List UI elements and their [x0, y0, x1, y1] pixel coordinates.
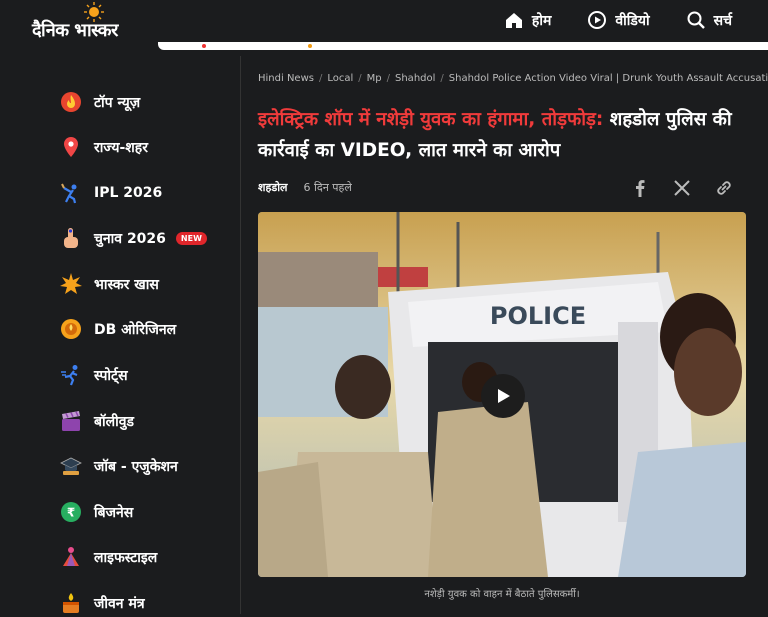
nav-video[interactable]: वीडियो	[587, 10, 650, 30]
play-icon	[498, 389, 510, 403]
cricket-icon	[60, 182, 82, 204]
headline-highlight: इलेक्ट्रिक शॉप में नशेड़ी युवक का हंगामा…	[258, 109, 604, 130]
share-buttons	[630, 178, 734, 198]
article-main: Hindi News / Local / Mp / Shahdol / Shahdol …	[242, 56, 768, 614]
nav-home[interactable]: होम	[504, 10, 551, 30]
facebook-icon[interactable]	[630, 178, 650, 198]
nav-home-label: होम	[531, 12, 552, 29]
nav-search-label: सर्च	[713, 12, 732, 29]
article-time: 6 दिन पहले	[303, 181, 352, 194]
sidebar-item-business[interactable]: ₹ बिजनेस	[60, 498, 133, 526]
sidebar-item-election[interactable]: चुनाव 2026 NEW	[60, 224, 207, 252]
breadcrumb-hindi-news[interactable]: Hindi News	[258, 73, 314, 84]
top-bar: दैनिक भास्कर होम वीडियो सर्च	[0, 0, 768, 46]
nav-video-label: वीडियो	[615, 12, 650, 29]
sidebar-item-sports[interactable]: स्पोर्ट्स	[60, 361, 128, 389]
video-play-button[interactable]	[481, 374, 525, 418]
sidebar-item-job-education[interactable]: जॉब - एजुकेशन	[60, 452, 178, 480]
sidebar-item-db-original[interactable]: DB ओरिजिनल	[60, 315, 176, 343]
x-twitter-icon[interactable]	[672, 178, 692, 198]
breadcrumb-shahdol[interactable]: Shahdol	[395, 73, 435, 84]
svg-text:₹: ₹	[67, 506, 75, 520]
video-police-text: POLICE	[490, 302, 586, 330]
home-icon	[505, 13, 522, 28]
sidebar-item-ipl[interactable]: IPL 2026	[60, 179, 162, 207]
search-icon	[687, 11, 705, 29]
copy-link-icon[interactable]	[714, 178, 734, 198]
top-nav: होम वीडियो सर्च	[504, 10, 732, 30]
article-video[interactable]: POLICE	[258, 212, 746, 577]
dainik-bhaskar-logo[interactable]: दैनिक भास्कर	[32, 2, 152, 44]
sidebar-item-top-news[interactable]: टॉप न्यूज़	[60, 88, 140, 116]
article-meta: शहडोल 6 दिन पहले	[258, 180, 352, 195]
sidebar: टॉप न्यूज़ राज्य-शहर IPL 2026 चुनाव 2026…	[0, 56, 241, 614]
new-badge: NEW	[175, 231, 207, 245]
diya-icon	[60, 592, 82, 614]
star-burst-icon	[60, 273, 82, 295]
voting-finger-icon	[60, 227, 82, 249]
sidebar-item-bhaskar-khas[interactable]: भास्कर खास	[60, 270, 159, 298]
play-circle-icon	[588, 11, 607, 29]
breadcrumb-mp[interactable]: Mp	[367, 73, 382, 84]
breadcrumb: Hindi News / Local / Mp / Shahdol / Shahdol …	[258, 73, 768, 84]
nav-search[interactable]: सर्च	[686, 10, 732, 30]
db-original-icon	[60, 318, 82, 340]
sidebar-item-jeevan-mantra[interactable]: जीवन मंत्र	[60, 589, 145, 617]
runner-icon	[60, 364, 82, 386]
video-caption: नशेड़ी युवक को वाहन में बैठाते पुलिसकर्म…	[424, 589, 580, 600]
logo-text: दैनिक भास्कर	[32, 20, 118, 41]
graduation-cap-icon	[60, 455, 82, 477]
clapperboard-icon	[60, 410, 82, 432]
sidebar-item-lifestyle[interactable]: लाइफस्टाइल	[60, 543, 157, 571]
sidebar-item-state-city[interactable]: राज्य-शहर	[60, 133, 148, 161]
top-ad-strip	[158, 42, 768, 50]
location-pin-icon	[60, 136, 82, 158]
lifestyle-icon	[60, 546, 82, 568]
article-headline: इलेक्ट्रिक शॉप में नशेड़ी युवक का हंगामा…	[258, 104, 758, 166]
breadcrumb-local[interactable]: Local	[327, 73, 353, 84]
sidebar-item-bollywood[interactable]: बॉलीवुड	[60, 407, 134, 435]
article-city[interactable]: शहडोल	[258, 180, 288, 195]
breadcrumb-current: Shahdol Police Action Video Viral | Drun…	[448, 73, 768, 84]
rupee-icon: ₹	[60, 501, 82, 523]
fire-icon	[60, 91, 82, 113]
